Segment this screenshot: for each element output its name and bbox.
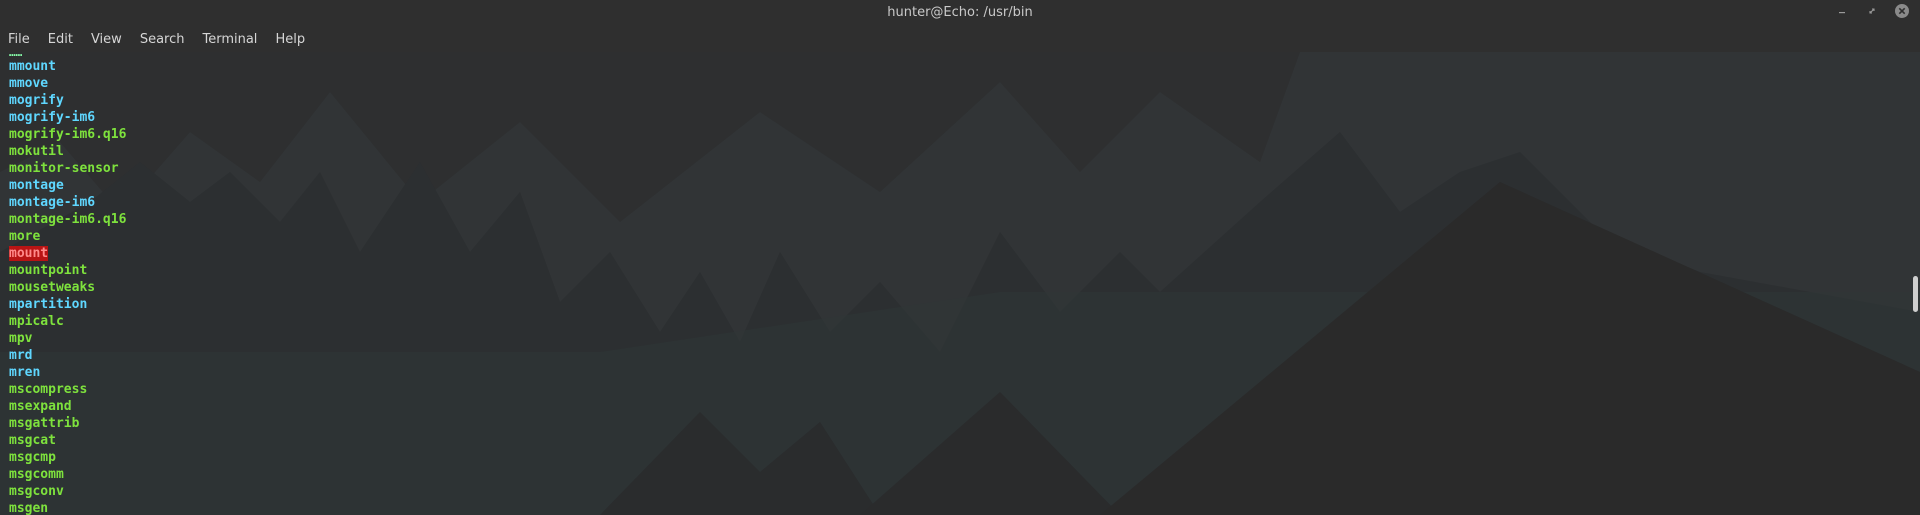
file-entry-name: mokutil xyxy=(9,144,64,159)
menu-terminal[interactable]: Terminal xyxy=(202,32,257,47)
menu-help[interactable]: Help xyxy=(275,32,305,47)
file-entry: more xyxy=(9,228,126,245)
window-title: hunter@Echo: /usr/bin xyxy=(887,5,1033,20)
file-entry: msgcmp xyxy=(9,449,126,466)
file-entry-name: mousetweaks xyxy=(9,280,96,295)
file-entry-name: montage-im6.q16 xyxy=(9,212,127,227)
minimize-icon[interactable] xyxy=(1834,3,1850,19)
file-entry: msgattrib xyxy=(9,415,126,432)
file-entry: mountpoint xyxy=(9,262,126,279)
file-entry: montage-im6.q16 xyxy=(9,211,126,228)
file-entry: mousetweaks xyxy=(9,279,126,296)
file-entry: mpicalc xyxy=(9,313,126,330)
file-entry: mount xyxy=(9,245,126,262)
file-entry: mren xyxy=(9,364,126,381)
file-entry-name: montage xyxy=(9,178,64,193)
file-entry-name: msgen xyxy=(9,501,49,515)
file-entry: mpv xyxy=(9,330,126,347)
file-entry-name: mogrify-im6.q16 xyxy=(9,127,127,142)
file-entry: mscompress xyxy=(9,381,126,398)
file-entry: mogrify xyxy=(9,92,126,109)
background-mountains xyxy=(0,52,1920,515)
menu-search[interactable]: Search xyxy=(140,32,185,47)
terminal-output[interactable]: …… mmountmmovemogrifymogrify-im6mogrify-… xyxy=(0,52,1920,515)
file-entry: msgcomm xyxy=(9,466,126,483)
file-entry: montage-im6 xyxy=(9,194,126,211)
file-entry-name: msexpand xyxy=(9,399,72,414)
maximize-icon[interactable] xyxy=(1864,3,1880,19)
file-entry-name: mount xyxy=(9,246,49,261)
file-entry-name: montage-im6 xyxy=(9,195,96,210)
file-entry-name: mountpoint xyxy=(9,263,88,278)
file-entry-name: msgattrib xyxy=(9,416,80,431)
file-entry-name: mpicalc xyxy=(9,314,64,329)
file-entry-name: msgcmp xyxy=(9,450,56,465)
file-entry-name: mmount xyxy=(9,59,56,74)
file-entry-name: more xyxy=(9,229,41,244)
file-entry: mokutil xyxy=(9,143,126,160)
file-entry: mrd xyxy=(9,347,126,364)
menu-view[interactable]: View xyxy=(91,32,122,47)
file-entry-name: msgcat xyxy=(9,433,56,448)
file-entry: mpartition xyxy=(9,296,126,313)
file-entry: monitor-sensor xyxy=(9,160,126,177)
file-entry-name: mogrify xyxy=(9,93,64,108)
file-entry-name: msgcomm xyxy=(9,467,64,482)
close-icon[interactable] xyxy=(1894,3,1910,19)
menu-bar: File Edit View Search Terminal Help xyxy=(0,26,1920,52)
scrollbar-thumb[interactable] xyxy=(1913,276,1918,312)
file-entry-name: mpv xyxy=(9,331,33,346)
terminal-window: hunter@Echo: /usr/bin File Edit View Sea… xyxy=(0,0,1920,515)
file-entry: mogrify-im6.q16 xyxy=(9,126,126,143)
file-entry: mmount xyxy=(9,58,126,75)
file-entry-name: mmove xyxy=(9,76,49,91)
file-entry-name: mrd xyxy=(9,348,33,363)
file-listing: …… mmountmmovemogrifymogrify-im6mogrify-… xyxy=(9,52,126,515)
title-bar[interactable]: hunter@Echo: /usr/bin xyxy=(0,0,1920,26)
file-entry-name: mpartition xyxy=(9,297,88,312)
scrollbar[interactable] xyxy=(1910,52,1918,515)
file-entry: mmove xyxy=(9,75,126,92)
file-entry: msexpand xyxy=(9,398,126,415)
file-entry-name: monitor-sensor xyxy=(9,161,119,176)
menu-file[interactable]: File xyxy=(8,32,30,47)
file-entry: mogrify-im6 xyxy=(9,109,126,126)
file-entry-name: mren xyxy=(9,365,41,380)
file-entry: montage xyxy=(9,177,126,194)
menu-edit[interactable]: Edit xyxy=(48,32,73,47)
file-entry: msgen xyxy=(9,500,126,515)
file-entry-name: mogrify-im6 xyxy=(9,110,96,125)
file-entry: msgconv xyxy=(9,483,126,500)
file-list: mmount mmove mogrify mogrify-im6 mogrify-im6… xyxy=(9,58,126,515)
file-entry-name: msgconv xyxy=(9,484,64,499)
window-controls xyxy=(1834,3,1910,19)
file-entry-name: mscompress xyxy=(9,382,88,397)
file-entry: msgcat xyxy=(9,432,126,449)
